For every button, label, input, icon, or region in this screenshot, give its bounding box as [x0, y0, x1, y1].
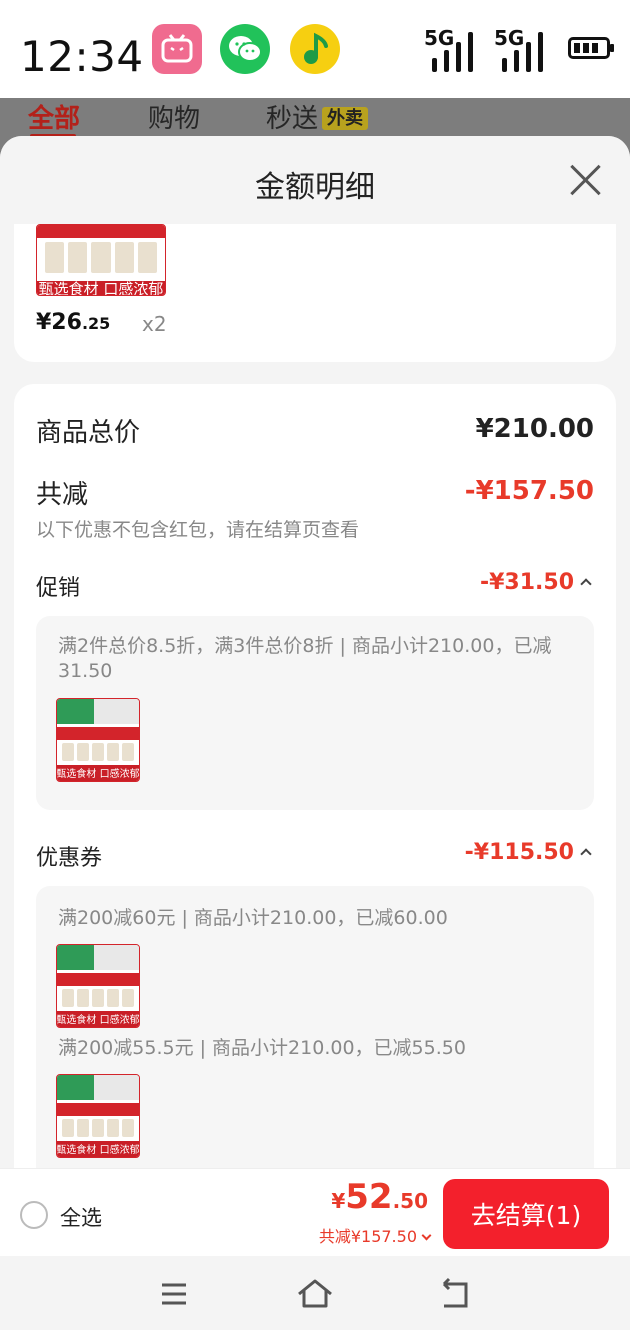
- tab-express[interactable]: 秒送 外卖: [266, 98, 369, 135]
- signal-5g-icon: 5G: [424, 26, 484, 72]
- qq-music-icon: [290, 24, 340, 74]
- total-payable-int: 52: [345, 1177, 393, 1217]
- wechat-icon: [220, 24, 270, 74]
- coupon-image-caption-2: 甄选食材 口感浓郁: [57, 1140, 139, 1157]
- sheet-header: 金额明细: [0, 136, 630, 224]
- coupon-detail-box: 满200减60元 | 商品小计210.00，已减60.00 甄选食材 口感浓郁 …: [36, 886, 594, 1168]
- promotion-image-caption: 甄选食材 口感浓郁: [57, 764, 139, 781]
- sheet-title: 金额明细: [255, 170, 375, 205]
- signal-5g-icon-2: 5G: [494, 26, 554, 72]
- coupon-label: 优惠券: [36, 846, 103, 871]
- chevron-down-icon: [421, 1230, 432, 1241]
- coupon-detail-text-2: 满200减55.5元 | 商品小计210.00，已减55.50: [58, 1037, 466, 1059]
- back-icon[interactable]: [436, 1276, 476, 1312]
- tab-express-label: 秒送: [266, 104, 319, 134]
- promotion-toggle[interactable]: -¥31.50: [479, 570, 592, 595]
- total-reduced-label: 共减: [36, 480, 89, 510]
- discount-note: 以下优惠不包含红包，请在结算页查看: [36, 519, 360, 541]
- coupon-product-image-2[interactable]: 甄选食材 口感浓郁: [56, 1074, 140, 1158]
- select-all-label[interactable]: 全选: [60, 1202, 102, 1232]
- tab-shopping[interactable]: 购物: [148, 98, 200, 135]
- amount-breakdown-card: 商品总价 ¥210.00 共减 -¥157.50 以下优惠不包含红包，请在结算页…: [14, 384, 616, 1168]
- home-icon[interactable]: [295, 1276, 335, 1312]
- total-price-label: 商品总价: [36, 418, 141, 448]
- menu-icon[interactable]: [156, 1276, 196, 1312]
- saved-toggle[interactable]: 共减¥157.50: [318, 1223, 432, 1247]
- total-payable-dec: .50: [392, 1189, 428, 1213]
- coupon-toggle[interactable]: -¥115.50: [464, 840, 592, 865]
- status-bar: 12:34 5G 5G: [0, 0, 630, 98]
- promotion-detail-box: 满2件总价8.5折，满3件总价8折 | 商品小计210.00，已减31.50 甄…: [36, 616, 594, 810]
- promotion-detail-text: 满2件总价8.5折，满3件总价8折 | 商品小计210.00，已减31.50: [58, 635, 552, 682]
- battery-icon: [568, 37, 614, 59]
- item-quantity: x2: [142, 312, 167, 336]
- promotion-label: 促销: [36, 576, 81, 601]
- takeout-badge: 外卖: [322, 107, 369, 130]
- coupon-detail-text-1: 满200减60元 | 商品小计210.00，已减60.00: [58, 907, 448, 929]
- select-all-radio[interactable]: [20, 1201, 48, 1229]
- system-nav-bar: [0, 1256, 630, 1330]
- checkout-button[interactable]: 去结算(1): [443, 1179, 609, 1249]
- total-reduced-value: -¥157.50: [464, 476, 594, 506]
- promotion-product-image[interactable]: 甄选食材 口感浓郁: [56, 698, 140, 782]
- close-icon[interactable]: [570, 164, 602, 196]
- coupon-product-image-1[interactable]: 甄选食材 口感浓郁: [56, 944, 140, 1028]
- promotion-value: -¥31.50: [479, 570, 574, 595]
- product-image-caption: 甄选食材 口感浓郁: [37, 281, 165, 295]
- bilibili-icon: [152, 24, 202, 74]
- checkout-bar: 全选 ¥52.50 共减¥157.50 去结算(1): [0, 1168, 630, 1256]
- saved-amount: 共减¥157.50: [318, 1227, 417, 1246]
- total-price-value: ¥210.00: [475, 414, 594, 444]
- item-price-decimal: .25: [81, 314, 111, 333]
- amount-detail-sheet: 甄选食材 口感浓郁 ¥26.25 x2 金额明细 商品总价 ¥210.00 共减…: [0, 136, 630, 1168]
- currency-symbol: ¥: [331, 1189, 346, 1213]
- coupon-image-caption-1: 甄选食材 口感浓郁: [57, 1010, 139, 1027]
- coupon-value: -¥115.50: [464, 840, 574, 865]
- item-price: ¥26.25: [36, 310, 110, 335]
- tab-all[interactable]: 全部: [28, 98, 80, 138]
- chevron-up-icon: [580, 578, 592, 590]
- item-price-main: ¥26: [36, 310, 82, 335]
- product-card: 甄选食材 口感浓郁 ¥26.25 x2: [14, 206, 616, 362]
- chevron-up-icon: [580, 848, 592, 860]
- clock: 12:34: [20, 32, 144, 81]
- total-payable: ¥52.50: [331, 1177, 428, 1217]
- product-image[interactable]: 甄选食材 口感浓郁: [36, 224, 166, 296]
